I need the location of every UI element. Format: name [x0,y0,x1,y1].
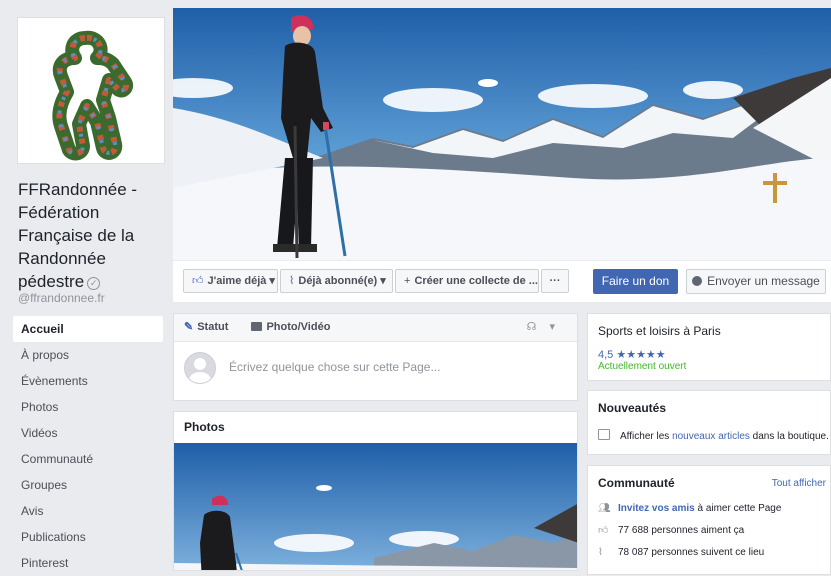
shop-row: Afficher les nouveaux articles dans la b… [588,415,830,442]
invite-friends-link[interactable]: Invitez vos amis [618,503,695,514]
walker-logo [52,30,133,161]
composer-input[interactable]: Écrivez quelque chose sur cette Page... [229,360,440,374]
profile-picture[interactable] [17,17,165,164]
more-button[interactable]: ··· [541,269,569,293]
news-card: Nouveautés Afficher les nouveaux article… [587,390,831,455]
audience-icon: ☊ [526,321,537,333]
page-title: FFRandonnée - Fédération Française de la… [18,180,138,291]
post-composer: ✎ Statut Photo/Vidéo ☊ ▾ Écrivez quelque … [173,313,578,401]
page-action-bar: 👍︎ J'aime déjà ▾ ⌇ Déjà abonné(e) ▾ + Créer… [173,261,831,302]
fundraiser-button[interactable]: + Créer une collecte de ... [395,269,539,293]
avatar [184,352,216,384]
see-all-link[interactable]: Tout afficher [772,478,826,489]
cover-photo[interactable] [173,8,831,260]
shopping-bag-icon [598,429,610,440]
pencil-icon: ✎ [184,321,194,333]
nav-item-groupes[interactable]: Groupes [13,472,163,498]
rating[interactable]: 4,5 ★★★★★ [598,348,820,361]
nav-item-communaute[interactable]: Communauté [13,446,163,472]
people-icon: 👥︎ [598,503,611,514]
photos-title[interactable]: Photos [174,412,577,442]
nav-item-evenements[interactable]: Évènements [13,368,163,394]
composer-tabs: ✎ Statut Photo/Vidéo ☊ ▾ [174,314,577,342]
rss-icon: ⌇ [289,275,295,287]
verified-icon: ✓ [87,277,101,290]
plus-icon: + [404,275,411,287]
send-message-button[interactable]: Envoyer un message [686,269,826,294]
audience-selector[interactable]: ☊ ▾ [527,314,555,341]
like-button[interactable]: 👍︎ J'aime déjà ▾ [183,269,278,293]
nav-item-a-propos[interactable]: À propos [13,342,163,368]
rss-icon: ⌇ [598,547,603,558]
nav-item-videos[interactable]: Vidéos [13,420,163,446]
thumbs-up-icon: 👍︎ [598,525,609,536]
news-title: Nouveautés [598,401,667,415]
page-nav: Accueil À propos Évènements Photos Vidéo… [13,316,163,576]
page-info-card: Sports et loisirs à Paris 4,5 ★★★★★ Actu… [587,313,831,381]
open-status: Actuellement ouvert [598,361,687,372]
likes-row: 👍︎ 77 688 personnes aiment ça [588,520,830,542]
nav-item-accueil[interactable]: Accueil [13,316,163,342]
new-articles-link[interactable]: nouveaux articles [672,431,750,442]
page-category[interactable]: Sports et loisirs à Paris [598,324,820,338]
nav-item-publications[interactable]: Publications [13,524,163,550]
follow-button[interactable]: ⌇ Déjà abonné(e) ▾ [280,269,393,293]
photo-thumbnail[interactable] [174,443,577,570]
camera-icon [251,322,263,331]
tab-photo-video[interactable]: Photo/Vidéo [251,321,340,333]
nav-item-avis[interactable]: Avis [13,498,163,524]
thumbs-up-icon: 👍︎ [192,275,204,287]
nav-item-pinterest[interactable]: Pinterest [13,550,163,576]
cover-image [173,8,831,260]
photos-card: Photos [173,411,578,571]
community-card: Communauté Tout afficher 👥︎ Invitez vos a… [587,465,831,575]
followers-row: ⌇ 78 087 personnes suivent ce lieu [588,542,830,564]
invite-friends-row: 👥︎ Invitez vos amis à aimer cette Page [588,498,830,520]
donate-button[interactable]: Faire un don [593,269,678,294]
page-handle[interactable]: @ffrandonnee.fr [18,291,105,305]
photo-image [174,443,577,570]
nav-item-photos[interactable]: Photos [13,394,163,420]
tab-status[interactable]: ✎ Statut [184,321,238,333]
messenger-icon [692,276,703,286]
